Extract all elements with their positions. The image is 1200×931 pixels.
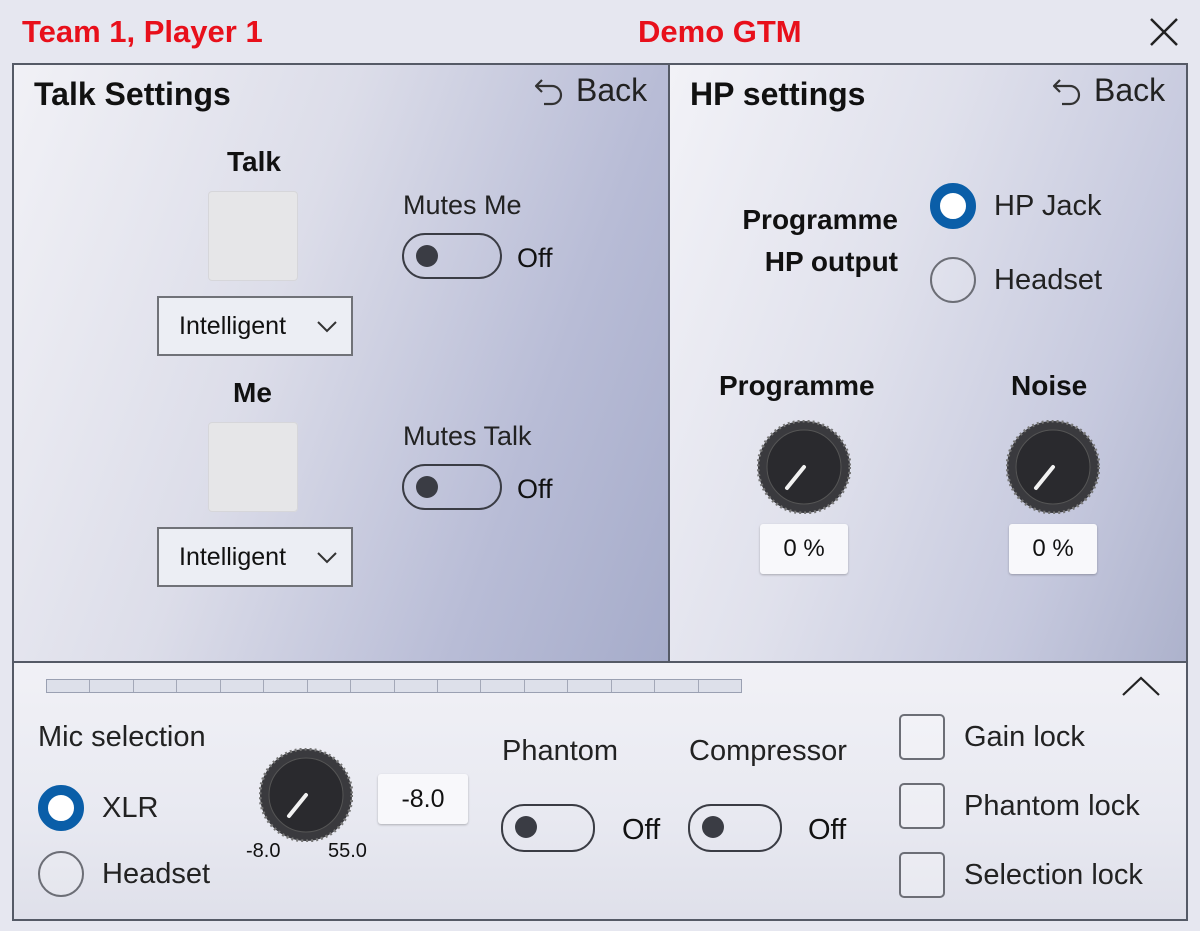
meter-segment	[612, 680, 656, 692]
mic-xlr-radio[interactable]	[38, 785, 84, 831]
gain-knob[interactable]	[258, 747, 354, 847]
hp-output-label-line1: Programme	[742, 204, 898, 235]
meter-segment	[568, 680, 612, 692]
meter-segment	[90, 680, 134, 692]
meter-segment	[525, 680, 569, 692]
gain-max-label: 55.0	[328, 840, 367, 862]
hp-settings-title: HP settings	[690, 76, 866, 112]
hp-headset-label: Headset	[994, 264, 1103, 296]
phantom-lock-label: Phantom lock	[964, 790, 1140, 822]
talk-back-button[interactable]: Back	[532, 72, 647, 109]
meter-segment	[264, 680, 308, 692]
toggle-knob	[416, 476, 438, 498]
me-mode-value: Intelligent	[179, 542, 287, 571]
meter-segment	[221, 680, 265, 692]
meter-segment	[481, 680, 525, 692]
app-title: Demo GTM	[638, 14, 802, 49]
meter-segment	[655, 680, 699, 692]
phantom-state: Off	[622, 814, 661, 846]
mutes-talk-toggle[interactable]	[402, 464, 502, 510]
mutes-me-label: Mutes Me	[403, 190, 522, 220]
mic-headset-radio[interactable]	[38, 851, 84, 897]
meter-segment	[438, 680, 482, 692]
meter-segment	[134, 680, 178, 692]
hp-back-label: Back	[1094, 72, 1166, 108]
meter-segment	[177, 680, 221, 692]
back-arrow-icon	[534, 78, 563, 105]
selection-lock-checkbox[interactable]	[899, 852, 945, 898]
collapse-button[interactable]	[1120, 672, 1162, 700]
compressor-state: Off	[808, 814, 847, 846]
gain-min-label: -8.0	[246, 840, 281, 862]
chevron-down-icon	[317, 552, 337, 564]
knob-dial-icon	[1005, 419, 1101, 515]
talk-settings-title: Talk Settings	[34, 76, 231, 112]
hp-jack-label: HP Jack	[994, 190, 1102, 222]
programme-value[interactable]: 0 %	[760, 524, 848, 574]
chevron-down-icon	[317, 321, 337, 333]
player-title: Team 1, Player 1	[22, 14, 263, 49]
knob-dial-icon	[258, 747, 354, 843]
meter-segment	[395, 680, 438, 692]
meter-segment	[308, 680, 352, 692]
mic-selection-label: Mic selection	[38, 721, 206, 753]
noise-knob[interactable]	[1005, 419, 1101, 519]
me-label: Me	[233, 377, 272, 408]
programme-label: Programme	[719, 370, 875, 401]
mutes-me-toggle[interactable]	[402, 233, 502, 279]
gain-value[interactable]: -8.0	[378, 774, 468, 824]
me-button[interactable]	[208, 422, 298, 512]
noise-label: Noise	[1011, 370, 1088, 401]
mutes-talk-label: Mutes Talk	[403, 421, 532, 451]
knob-dial-icon	[756, 419, 852, 515]
back-arrow-icon	[1052, 78, 1081, 105]
hp-headset-radio[interactable]	[930, 257, 976, 303]
me-mode-dropdown[interactable]: Intelligent	[157, 527, 353, 587]
close-icon	[1150, 18, 1178, 46]
toggle-knob	[515, 816, 537, 838]
hp-settings-panel	[668, 63, 1188, 663]
talk-button[interactable]	[208, 191, 298, 281]
meter-segment	[351, 680, 395, 692]
talk-mode-value: Intelligent	[179, 311, 287, 340]
hp-back-button[interactable]: Back	[1050, 72, 1165, 109]
talk-mode-dropdown[interactable]: Intelligent	[157, 296, 353, 356]
programme-knob[interactable]	[756, 419, 852, 519]
hp-output-label-line2: HP output	[764, 246, 898, 277]
phantom-label: Phantom	[502, 735, 619, 767]
talk-label: Talk	[227, 146, 281, 177]
phantom-toggle[interactable]	[501, 804, 595, 852]
gain-lock-checkbox[interactable]	[899, 714, 945, 760]
compressor-toggle[interactable]	[688, 804, 782, 852]
mutes-talk-state: Off	[517, 474, 553, 504]
compressor-label: Compressor	[689, 735, 847, 767]
mutes-me-state: Off	[517, 243, 553, 273]
gain-lock-label: Gain lock	[964, 721, 1085, 753]
hp-jack-radio[interactable]	[930, 183, 976, 229]
toggle-knob	[416, 245, 438, 267]
close-button[interactable]	[1146, 14, 1182, 50]
chevron-up-icon	[1122, 676, 1160, 696]
meter-segment	[47, 680, 91, 692]
meter-segment	[699, 680, 741, 692]
talk-back-label: Back	[576, 72, 648, 108]
noise-value[interactable]: 0 %	[1009, 524, 1097, 574]
mic-xlr-label: XLR	[102, 792, 159, 824]
selection-lock-label: Selection lock	[964, 859, 1143, 891]
phantom-lock-checkbox[interactable]	[899, 783, 945, 829]
level-meter	[46, 679, 742, 693]
mic-headset-label: Headset	[102, 858, 211, 890]
toggle-knob	[702, 816, 724, 838]
